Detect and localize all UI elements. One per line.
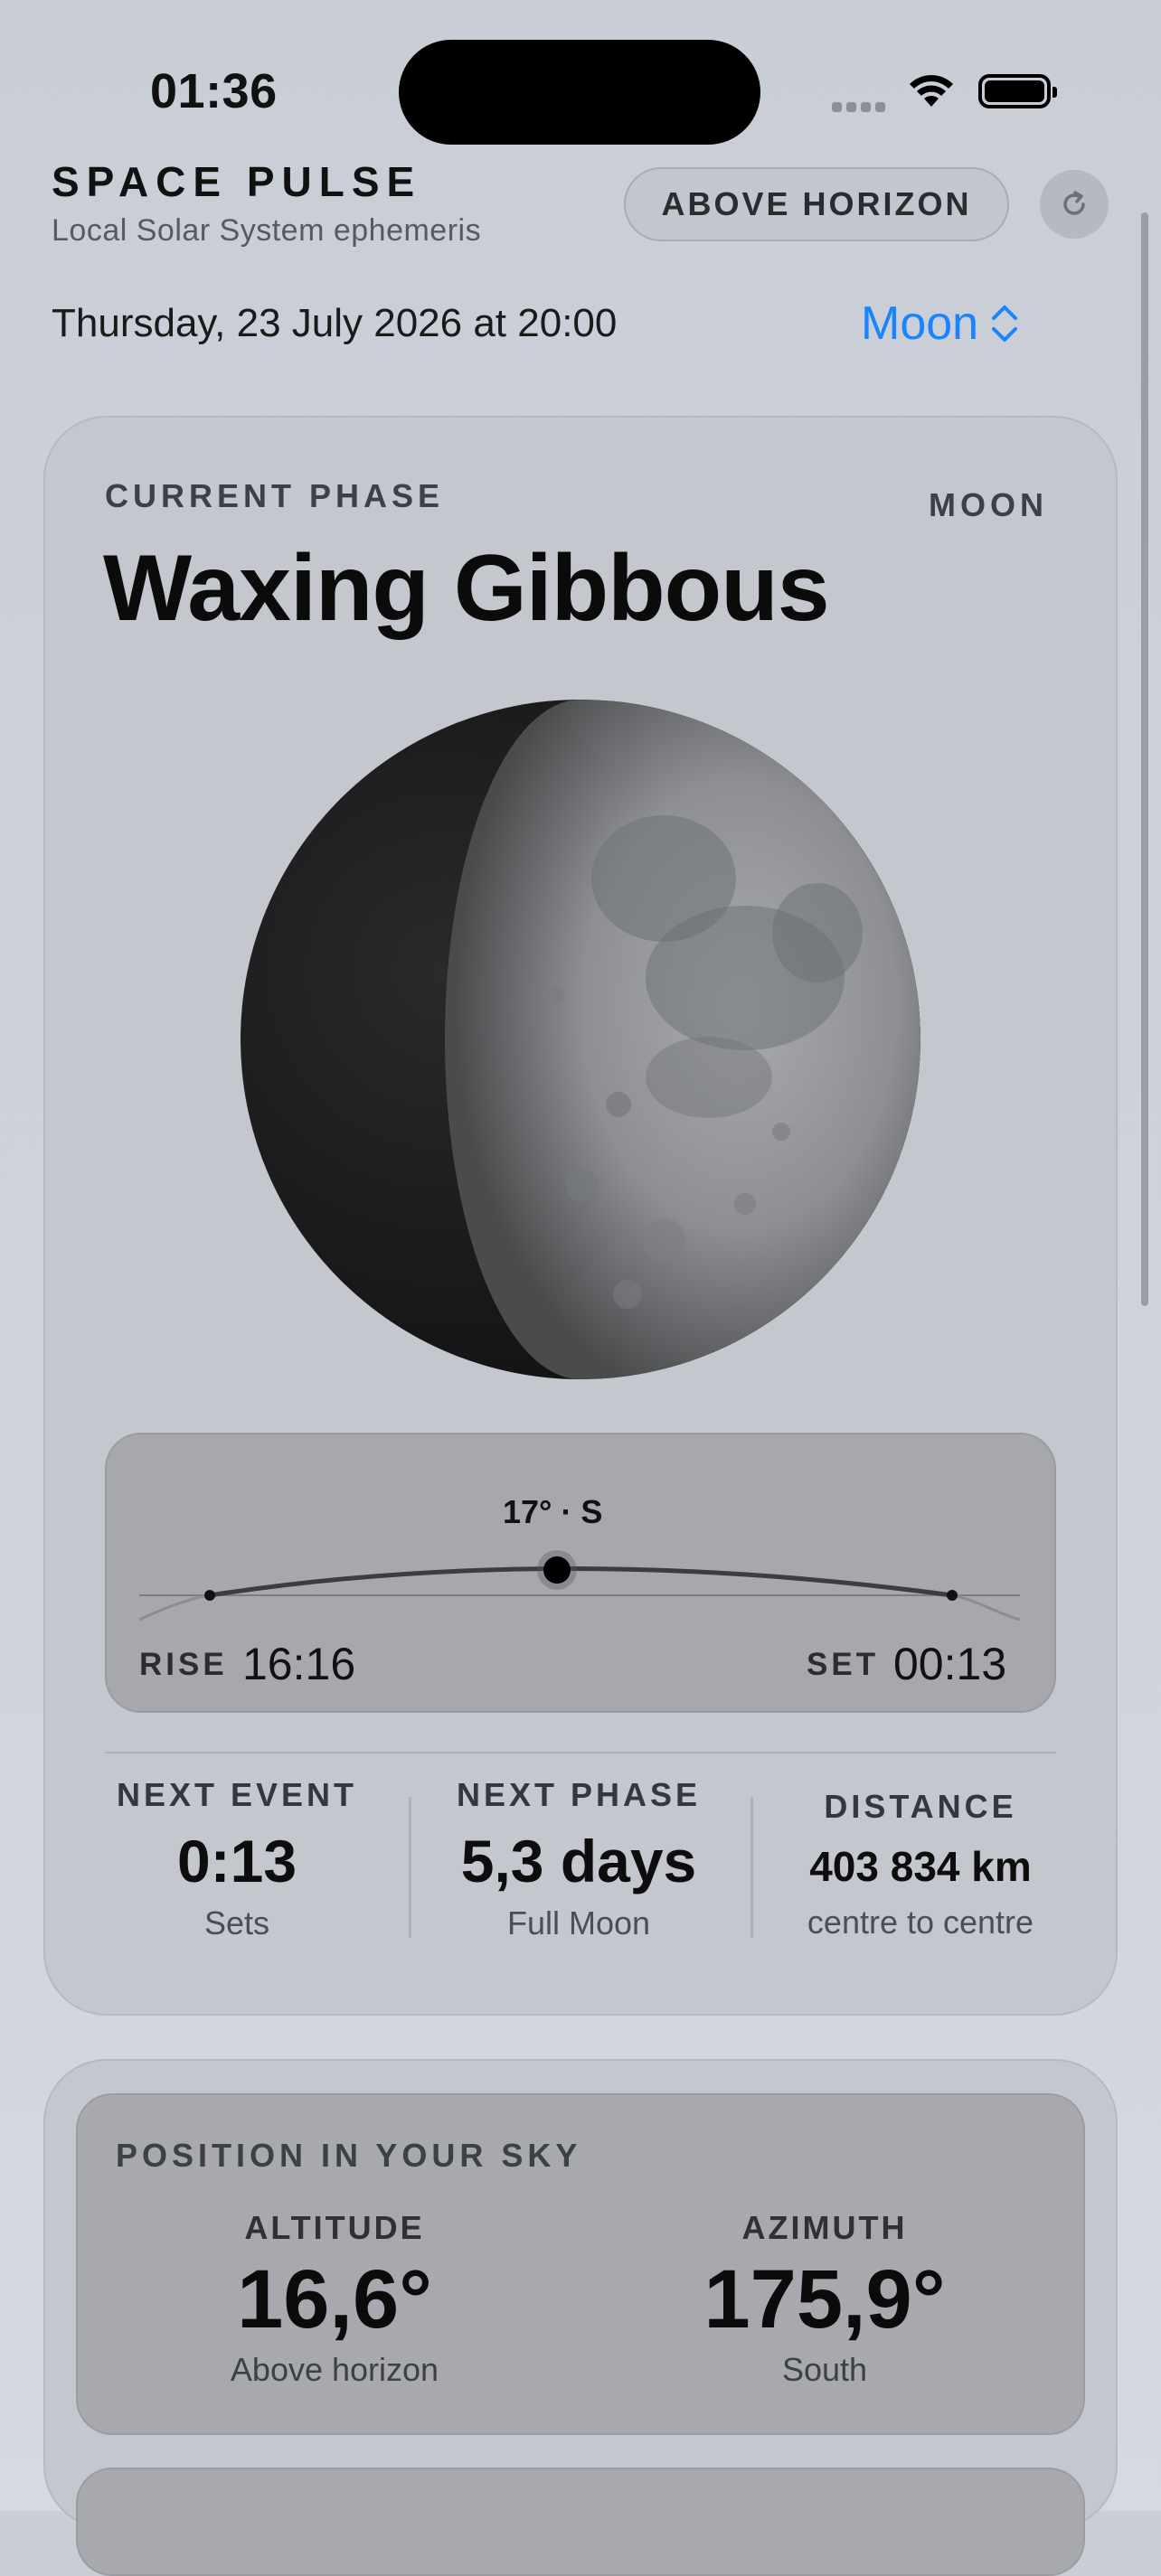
date-time-picker[interactable]: Thursday, 23 July 2026 at 20:00 (52, 301, 617, 346)
phase-name: Waxing Gibbous (103, 536, 830, 641)
azimuth-label: AZIMUTH (741, 2209, 908, 2246)
next-phase-stat: NEXT PHASE 5,3 days Full Moon (411, 1776, 747, 1942)
stat-sub: Full Moon (506, 1904, 651, 1941)
set-time: 00:13 (893, 1639, 1007, 1689)
refresh-icon (1063, 191, 1085, 215)
distance-stat: DISTANCE 403 834 km centre to centre (752, 1788, 1089, 1941)
stat-sub: Sets (203, 1904, 270, 1941)
cellular-signal-icon (832, 100, 890, 112)
body-selector[interactable]: Moon (861, 296, 1020, 351)
moon-image (239, 698, 922, 1381)
above-horizon-button[interactable]: ABOVE HORIZON (624, 167, 1009, 241)
stat-key: NEXT EVENT (116, 1776, 358, 1813)
current-phase-label: CURRENT PHASE (105, 477, 445, 514)
set-label: SET (807, 1647, 880, 1682)
next-panel (76, 2468, 1085, 2576)
altitude-value: 16,6° (237, 2253, 432, 2346)
azimuth-sub: South (781, 2351, 868, 2388)
rise-time: 16:16 (242, 1639, 356, 1689)
sky-arc-chart (127, 1537, 1031, 1641)
azimuth-readout: AZIMUTH 175,9° South (590, 2209, 1060, 2389)
status-time: 01:36 (150, 64, 278, 118)
stat-value: 0:13 (176, 1828, 297, 1894)
stat-key: NEXT PHASE (456, 1776, 702, 1813)
body-selector-label: Moon (861, 297, 979, 350)
peak-altitude-label: 17° · S (503, 1493, 603, 1530)
altitude-readout: ALTITUDE 16,6° Above horizon (99, 2209, 570, 2389)
stat-value: 403 834 km (809, 1843, 1032, 1890)
chevron-up-down-icon (992, 306, 1018, 342)
dynamic-island (399, 40, 760, 145)
wifi-icon (907, 72, 956, 113)
stat-sub: centre to centre (807, 1904, 1034, 1941)
stat-value: 5,3 days (460, 1828, 697, 1894)
app-title: SPACE PULSE (52, 158, 422, 205)
refresh-button[interactable] (1040, 170, 1109, 239)
altitude-sub: Above horizon (230, 2351, 439, 2388)
divider (105, 1752, 1056, 1753)
position-title: POSITION IN YOUR SKY (116, 2137, 582, 2174)
app-subtitle: Local Solar System ephemeris (52, 213, 482, 248)
battery-icon (978, 74, 1057, 108)
body-tag: MOON (929, 486, 1048, 523)
azimuth-value: 175,9° (703, 2253, 946, 2346)
altitude-label: ALTITUDE (244, 2209, 425, 2246)
rise-label: RISE (139, 1647, 228, 1682)
next-event-stat: NEXT EVENT 0:13 Sets (69, 1776, 405, 1942)
scrollbar[interactable] (1141, 212, 1148, 1306)
stat-key: DISTANCE (824, 1788, 1017, 1825)
